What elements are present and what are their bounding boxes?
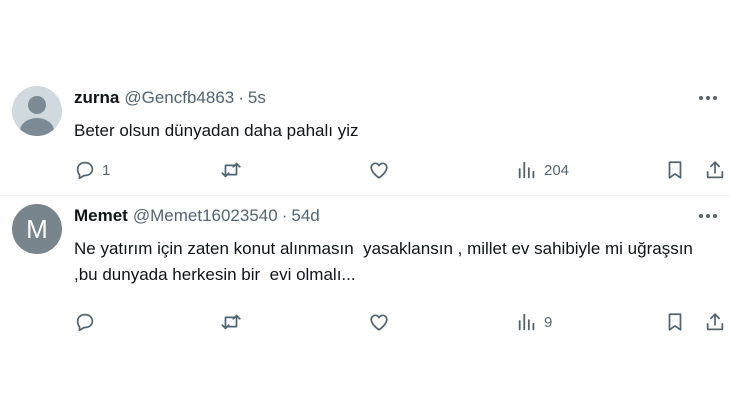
more-icon[interactable] [696, 206, 720, 226]
like-button[interactable] [368, 310, 390, 334]
author-handle[interactable]: @Memet16023540 [133, 206, 278, 226]
header-separator: · [281, 206, 288, 225]
avatar-body [20, 118, 54, 136]
reply-button[interactable]: 1 [74, 158, 110, 182]
bookmark-icon [668, 313, 682, 331]
views-icon [518, 313, 535, 331]
tweet-text: Ne yatırım için zaten konut alınmasın ya… [74, 239, 698, 284]
bookmark-button[interactable] [664, 310, 686, 334]
avatar-letter: M [26, 213, 48, 244]
share-button[interactable] [704, 310, 726, 334]
action-bar: 9 [0, 310, 730, 334]
tweet-header: zurna @Gencfb4863 · 5s [74, 88, 266, 108]
avatar[interactable]: M [12, 204, 62, 254]
views-button[interactable]: 9 [516, 310, 552, 334]
bookmark-button[interactable] [664, 158, 686, 182]
author-handle[interactable]: @Gencfb4863 [124, 88, 234, 108]
share-button[interactable] [704, 158, 726, 182]
retweet-icon [221, 314, 241, 330]
tweet-item[interactable]: zurna @Gencfb4863 · 5s Beter olsun dünya… [0, 78, 730, 194]
tweet-text: Beter olsun dünyadan daha pahalı yiz [74, 121, 359, 140]
author-name[interactable]: Memet [74, 206, 128, 226]
action-bar: 1 204 [0, 158, 730, 182]
retweet-button[interactable] [220, 310, 242, 334]
more-icon[interactable] [696, 88, 720, 108]
reply-button[interactable] [74, 310, 102, 334]
bookmark-icon [668, 161, 682, 179]
tweet-item[interactable]: M Memet @Memet16023540 · 54d Ne yatırım … [0, 196, 730, 346]
like-icon [370, 314, 388, 331]
author-name[interactable]: zurna [74, 88, 119, 108]
retweet-button[interactable] [220, 158, 242, 182]
views-icon [518, 161, 535, 179]
share-icon [706, 161, 724, 179]
views-count: 204 [544, 161, 570, 179]
header-separator: · [238, 88, 244, 107]
avatar[interactable] [12, 86, 62, 136]
reply-icon [76, 161, 94, 180]
tweet-time[interactable]: 5s [248, 88, 266, 108]
avatar-head [28, 96, 46, 114]
like-button[interactable] [368, 158, 390, 182]
reply-count: 1 [102, 161, 111, 179]
tweet-time[interactable]: 54d [291, 206, 319, 226]
retweet-icon [221, 162, 241, 178]
views-button[interactable]: 204 [516, 158, 569, 182]
views-count: 9 [544, 313, 553, 331]
reply-icon [76, 313, 94, 332]
share-icon [706, 313, 724, 331]
like-icon [370, 162, 388, 179]
tweet-header: Memet @Memet16023540 · 54d [74, 206, 320, 226]
